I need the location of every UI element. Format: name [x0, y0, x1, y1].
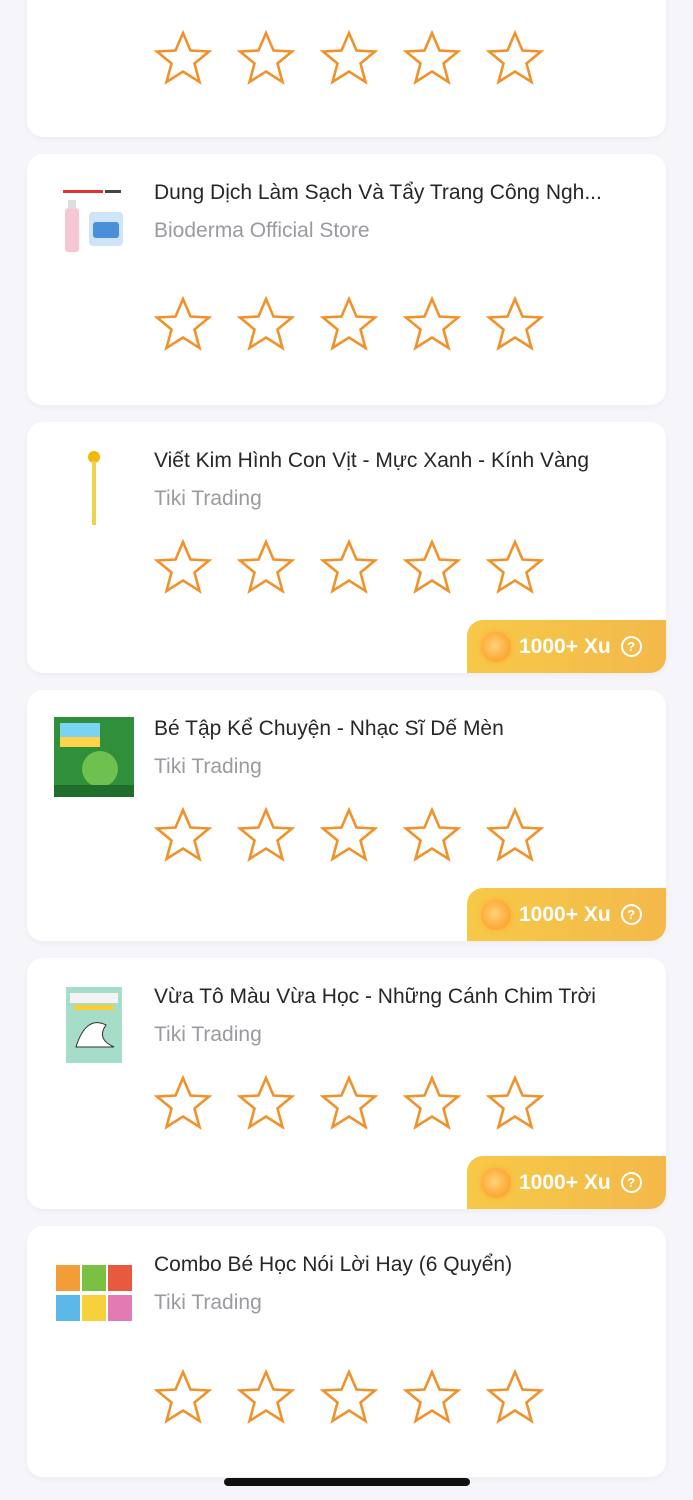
- store-name: Tiki Trading: [154, 1023, 262, 1046]
- star-icon[interactable]: [320, 30, 378, 88]
- coin-icon: [481, 631, 511, 662]
- xu-reward-badge[interactable]: 1000+ Xu ?: [467, 888, 666, 941]
- product-review-card: Combo Bé Học Nói Lời Hay (6 Quyển) Tiki …: [27, 1226, 666, 1477]
- product-thumbnail: [53, 1252, 135, 1334]
- product-review-card: Dung Dịch Làm Sạch Và Tẩy Trang Công Ngh…: [27, 154, 666, 405]
- product-thumbnail: [53, 984, 135, 1066]
- star-icon[interactable]: [486, 296, 544, 354]
- store-name: Bioderma Official Store: [154, 219, 370, 242]
- star-icon[interactable]: [486, 1369, 544, 1427]
- home-indicator: [224, 1478, 470, 1486]
- star-icon[interactable]: [403, 296, 461, 354]
- star-icon[interactable]: [154, 296, 212, 354]
- star-icon[interactable]: [403, 30, 461, 88]
- product-title[interactable]: Bé Tập Kể Chuyện - Nhạc Sĩ Dế Mèn: [154, 716, 638, 742]
- star-icon[interactable]: [403, 1075, 461, 1133]
- product-thumbnail: [53, 180, 135, 262]
- star-icon[interactable]: [486, 539, 544, 597]
- star-icon[interactable]: [403, 539, 461, 597]
- star-icon[interactable]: [403, 1369, 461, 1427]
- product-title[interactable]: Vừa Tô Màu Vừa Học - Những Cánh Chim Trờ…: [154, 984, 638, 1010]
- star-icon[interactable]: [154, 807, 212, 865]
- star-icon[interactable]: [237, 1369, 295, 1427]
- coin-icon: [481, 899, 511, 930]
- xu-label: 1000+ Xu: [519, 1170, 611, 1194]
- product-title[interactable]: Combo Bé Học Nói Lời Hay (6 Quyển): [154, 1252, 638, 1278]
- star-icon[interactable]: [237, 296, 295, 354]
- xu-label: 1000+ Xu: [519, 902, 611, 926]
- star-icon[interactable]: [154, 30, 212, 88]
- store-name: Tiki Trading: [154, 755, 262, 778]
- question-circle-icon[interactable]: ?: [620, 1172, 642, 1193]
- star-icon[interactable]: [320, 296, 378, 354]
- store-name: Tiki Trading: [154, 1291, 262, 1314]
- star-icon[interactable]: [486, 807, 544, 865]
- product-thumbnail: [53, 716, 135, 798]
- product-thumbnail: [53, 448, 135, 530]
- product-review-card: Bé Tập Kể Chuyện - Nhạc Sĩ Dế Mèn Tiki T…: [27, 690, 666, 941]
- xu-reward-badge[interactable]: 1000+ Xu ?: [467, 620, 666, 673]
- product-title[interactable]: Viết Kim Hình Con Vịt - Mực Xanh - Kính …: [154, 448, 638, 474]
- star-icon[interactable]: [237, 807, 295, 865]
- star-icon[interactable]: [320, 539, 378, 597]
- star-icon[interactable]: [320, 1369, 378, 1427]
- xu-reward-badge[interactable]: 1000+ Xu ?: [467, 1156, 666, 1209]
- star-icon[interactable]: [320, 807, 378, 865]
- star-icon[interactable]: [237, 539, 295, 597]
- star-icon[interactable]: [237, 1075, 295, 1133]
- star-rating[interactable]: [154, 1369, 544, 1427]
- star-icon[interactable]: [403, 807, 461, 865]
- product-review-card: [27, 0, 666, 137]
- question-circle-icon[interactable]: ?: [620, 636, 642, 657]
- star-icon[interactable]: [154, 1369, 212, 1427]
- star-icon[interactable]: [154, 539, 212, 597]
- star-icon[interactable]: [486, 1075, 544, 1133]
- star-rating[interactable]: [154, 30, 544, 88]
- star-icon[interactable]: [154, 1075, 212, 1133]
- question-circle-icon[interactable]: ?: [620, 904, 642, 925]
- star-icon[interactable]: [486, 30, 544, 88]
- star-icon[interactable]: [320, 1075, 378, 1133]
- product-review-card: Viết Kim Hình Con Vịt - Mực Xanh - Kính …: [27, 422, 666, 673]
- star-rating[interactable]: [154, 1075, 544, 1133]
- product-review-card: Vừa Tô Màu Vừa Học - Những Cánh Chim Trờ…: [27, 958, 666, 1209]
- star-rating[interactable]: [154, 296, 544, 354]
- coin-icon: [481, 1167, 511, 1198]
- product-title[interactable]: Dung Dịch Làm Sạch Và Tẩy Trang Công Ngh…: [154, 180, 638, 206]
- star-rating[interactable]: [154, 807, 544, 865]
- xu-label: 1000+ Xu: [519, 634, 611, 658]
- star-rating[interactable]: [154, 539, 544, 597]
- store-name: Tiki Trading: [154, 487, 262, 510]
- star-icon[interactable]: [237, 30, 295, 88]
